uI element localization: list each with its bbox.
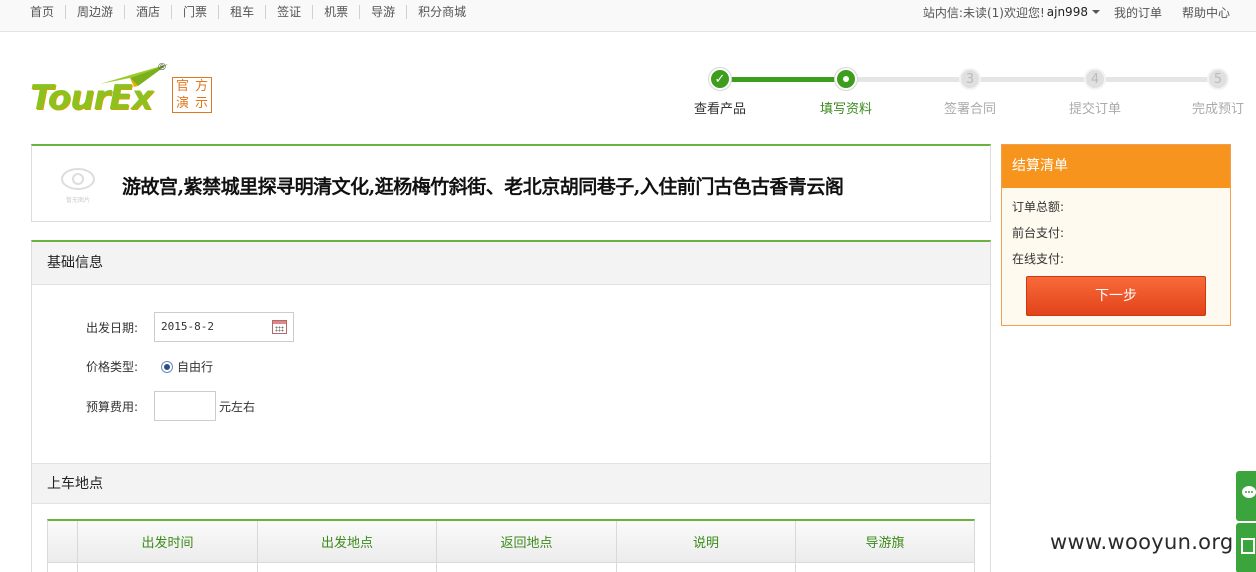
next-step-button[interactable]: 下一步 — [1026, 276, 1206, 316]
step-label: 查看产品 — [693, 102, 746, 117]
depart-date-row: 出发日期: 2015-8-2 — [86, 312, 294, 342]
column-header-return-place: 返回地点 — [436, 521, 616, 562]
step-complete: 5 完成预订 — [1178, 66, 1256, 117]
top-bar: 首页 周边游 酒店 门票 租车 签证 机票 导游 积分商城 站内信:未读(1)欢… — [0, 0, 1256, 32]
logo-wordmark: TourEx — [30, 78, 153, 118]
step-submit-order: 4 提交订单 — [1055, 66, 1135, 117]
radio-free-travel[interactable] — [161, 360, 173, 373]
calendar-icon[interactable] — [272, 320, 287, 334]
help-center-link[interactable]: 帮助中心 — [1182, 4, 1230, 21]
nav-tickets[interactable]: 门票 — [171, 5, 218, 19]
nav-hotel[interactable]: 酒店 — [124, 5, 171, 19]
badge-char: 方 — [194, 79, 208, 94]
document-icon — [1241, 538, 1255, 554]
top-nav: 首页 周边游 酒店 门票 租车 签证 机票 导游 积分商城 — [30, 4, 477, 20]
watermark-text: www.wooyun.org — [1050, 530, 1234, 554]
product-title: 游故宫,紫禁城里探寻明清文化,逛杨梅竹斜街、老北京胡同巷子,入住前门古色古香青云… — [122, 176, 844, 198]
summary-heading: 结算清单 — [1002, 145, 1230, 188]
basic-info-form: 出发日期: 2015-8-2 价格类型: 自由行 预算费用: 元左右 — [32, 285, 990, 463]
badge-char: 示 — [194, 96, 208, 111]
radio-label-free-travel[interactable]: 自由行 — [177, 358, 213, 375]
front-pay-label: 前台支付: — [1012, 226, 1065, 240]
table-cell — [48, 563, 77, 572]
depart-date-input[interactable]: 2015-8-2 — [154, 312, 294, 342]
chat-side-button[interactable] — [1236, 471, 1256, 521]
depart-date-value: 2015-8-2 — [161, 320, 214, 333]
table-cell — [77, 563, 257, 572]
nav-car-rental[interactable]: 租车 — [218, 5, 265, 19]
column-header-select — [48, 521, 77, 562]
budget-input[interactable] — [154, 391, 216, 421]
step-label: 提交订单 — [1068, 102, 1121, 117]
feedback-side-button[interactable] — [1236, 523, 1256, 572]
order-total-label: 订单总额: — [1012, 200, 1065, 214]
online-pay-label: 在线支付: — [1012, 252, 1065, 266]
step-number: 4 — [1084, 68, 1106, 90]
nav-nearby[interactable]: 周边游 — [65, 5, 124, 19]
placeholder-caption: 暂无图片 — [66, 196, 90, 204]
price-type-label: 价格类型: — [86, 360, 139, 374]
booking-progress: ✓ 查看产品 填写资料 3 签署合同 4 提交订单 5 完成预订 — [680, 66, 1244, 117]
budget-unit: 元左右 — [219, 399, 256, 414]
username-menu[interactable]: ajn998 — [1047, 5, 1088, 19]
step-number: 3 — [959, 68, 981, 90]
step-label: 填写资料 — [819, 102, 872, 117]
table-cell — [616, 563, 795, 572]
check-icon: ✓ — [709, 68, 731, 90]
table-cell — [795, 563, 974, 572]
column-header-guide-flag: 导游旗 — [795, 521, 974, 562]
nav-flights[interactable]: 机票 — [312, 5, 359, 19]
step-number: 5 — [1207, 68, 1229, 90]
message-notice[interactable]: 站内信:未读(1)欢迎您! — [923, 4, 1045, 21]
section-heading-basic: 基础信息 — [32, 242, 990, 285]
nav-home[interactable]: 首页 — [30, 5, 65, 19]
current-step-icon — [835, 68, 857, 90]
order-form-panel: 基础信息 出发日期: 2015-8-2 价格类型: 自由行 预算费用: 元左右 … — [31, 240, 991, 572]
table-cell — [436, 563, 616, 572]
user-area: 站内信:未读(1)欢迎您! ajn998 我的订单 帮助中心 — [923, 4, 1230, 20]
column-header-depart-place: 出发地点 — [257, 521, 436, 562]
chevron-down-icon[interactable] — [1091, 10, 1100, 14]
depart-date-label: 出发日期: — [86, 320, 139, 335]
nav-points-mall[interactable]: 积分商城 — [406, 5, 477, 19]
column-header-depart-time: 出发时间 — [77, 521, 257, 562]
official-demo-badge: 官 方 演 示 — [172, 77, 212, 113]
chat-bubble-icon — [1242, 486, 1256, 498]
badge-char: 演 — [175, 96, 189, 111]
my-orders-link[interactable]: 我的订单 — [1114, 4, 1162, 21]
registered-mark: ® — [157, 62, 167, 73]
table-row — [48, 563, 974, 572]
step-fill-info: 填写资料 — [806, 66, 886, 117]
table-header: 出发时间 出发地点 返回地点 说明 导游旗 — [48, 521, 974, 563]
nav-visa[interactable]: 签证 — [265, 5, 312, 19]
settlement-summary: 结算清单 订单总额: 前台支付: 在线支付: 下一步 — [1001, 144, 1231, 326]
site-logo[interactable]: ® TourEx 官 方 演 示 — [30, 60, 212, 118]
nav-guide[interactable]: 导游 — [359, 5, 406, 19]
step-view-product: ✓ 查看产品 — [680, 66, 760, 117]
pickup-table: 出发时间 出发地点 返回地点 说明 导游旗 — [47, 519, 975, 572]
budget-label: 预算费用: — [86, 399, 139, 414]
budget-row: 预算费用: 元左右 — [86, 391, 255, 421]
step-sign-contract: 3 签署合同 — [930, 66, 1010, 117]
no-image-placeholder-icon: 暂无图片 — [61, 168, 95, 204]
badge-char: 官 — [175, 79, 189, 94]
step-label: 签署合同 — [943, 102, 996, 117]
column-header-note: 说明 — [616, 521, 795, 562]
section-heading-pickup: 上车地点 — [32, 463, 990, 504]
step-label: 完成预订 — [1191, 102, 1244, 117]
table-cell — [257, 563, 436, 572]
price-type-row: 价格类型: 自由行 — [86, 358, 213, 375]
product-header: 暂无图片 游故宫,紫禁城里探寻明清文化,逛杨梅竹斜街、老北京胡同巷子,入住前门古… — [31, 144, 991, 222]
